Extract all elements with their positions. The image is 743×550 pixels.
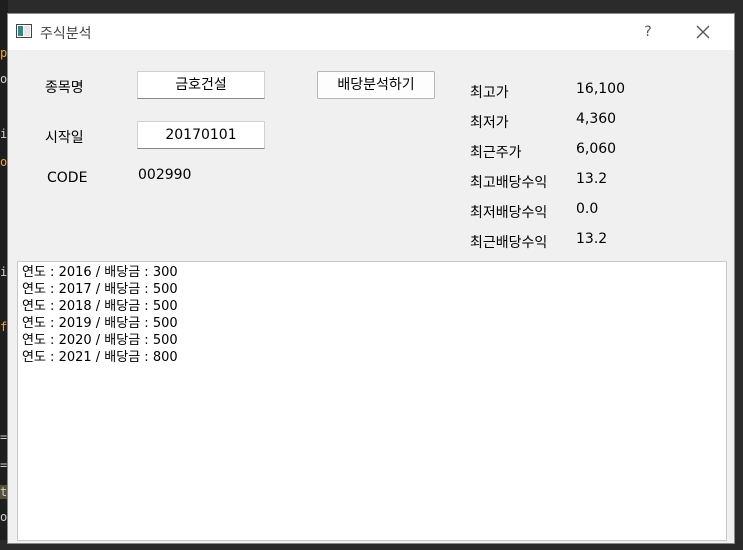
stat-value-recent-yield: 13.2: [576, 231, 608, 247]
stock-name-input[interactable]: 금호건설: [137, 71, 265, 99]
stat-value-min-yield: 0.0: [576, 201, 599, 217]
start-date-label: 시작일: [45, 130, 84, 146]
stat-label-recent-yield: 최근배당수익: [470, 235, 548, 251]
stock-analysis-dialog: 주식분석 ? 종목명 금호건설 시작일 20170101 CODE 002990…: [7, 13, 735, 544]
stat-value-max-yield: 13.2: [576, 171, 608, 187]
window-title: 주식분석: [40, 26, 92, 42]
code-label: CODE: [47, 170, 88, 186]
close-icon: [696, 25, 710, 39]
stock-name-label: 종목명: [45, 80, 84, 96]
stat-label-min-yield: 최저배당수익: [470, 205, 548, 221]
stat-label-min-price: 최저가: [470, 115, 509, 131]
output-line: 연도 : 2017 / 배당금 : 500: [22, 282, 178, 297]
output-line: 연도 : 2018 / 배당금 : 500: [22, 299, 178, 314]
title-bar[interactable]: 주식분석 ?: [8, 14, 734, 50]
stat-value-max-price: 16,100: [576, 81, 625, 97]
stat-label-max-price: 최고가: [470, 85, 509, 101]
output-line: 연도 : 2019 / 배당금 : 500: [22, 316, 178, 331]
stat-label-recent-price: 최근주가: [470, 145, 522, 161]
output-line: 연도 : 2020 / 배당금 : 500: [22, 333, 178, 348]
code-value: 002990: [138, 167, 192, 183]
output-line: 연도 : 2021 / 배당금 : 800: [22, 350, 178, 365]
stat-value-recent-price: 6,060: [576, 141, 617, 157]
app-window-icon: [16, 24, 32, 38]
dividend-output-textarea[interactable]: 연도 : 2016 / 배당금 : 300 연도 : 2017 / 배당금 : …: [17, 261, 727, 541]
help-button[interactable]: ?: [636, 21, 660, 43]
start-date-input[interactable]: 20170101: [137, 121, 265, 149]
stat-label-max-yield: 최고배당수익: [470, 175, 548, 191]
stat-value-min-price: 4,360: [576, 111, 617, 127]
analyze-dividend-button[interactable]: 배당분석하기: [317, 71, 435, 99]
output-line: 연도 : 2016 / 배당금 : 300: [22, 265, 178, 280]
close-button[interactable]: [688, 20, 718, 44]
